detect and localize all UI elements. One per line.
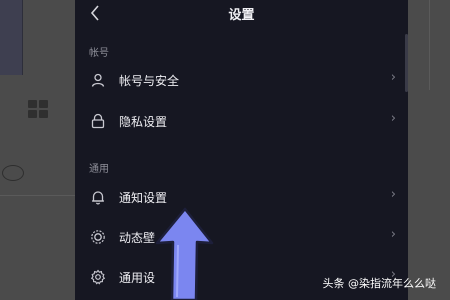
section-heading-account: 帐号 <box>89 48 109 59</box>
settings-item-wallpaper[interactable]: 动态壁 › <box>75 222 408 252</box>
chevron-right-icon: › <box>390 111 396 126</box>
wallpaper-icon <box>91 230 105 244</box>
grid-icon <box>28 100 50 120</box>
lock-icon <box>91 113 105 129</box>
top-bar: 设置 <box>75 0 408 28</box>
page-title: 设置 <box>228 8 255 23</box>
settings-item-label: 隐私设置 <box>119 115 168 129</box>
settings-item-privacy[interactable]: 隐私设置 › <box>75 106 408 136</box>
settings-item-label: 帐号与安全 <box>119 74 180 88</box>
chevron-right-icon: › <box>390 70 396 85</box>
settings-panel: 设置 帐号 帐号与安全 › 隐私设置 › 通用 通知设置 › 动态壁 › 通用设… <box>75 0 408 300</box>
gear-icon <box>90 269 106 285</box>
background-right <box>408 0 450 300</box>
settings-item-account-security[interactable]: 帐号与安全 › <box>75 65 408 95</box>
settings-item-label: 通知设置 <box>119 191 168 205</box>
background-edge <box>429 0 450 90</box>
chevron-right-icon: › <box>390 187 396 202</box>
background-divider <box>0 195 75 196</box>
bell-icon <box>92 191 104 205</box>
section-heading-general: 通用 <box>89 164 109 175</box>
circle-icon <box>2 165 24 181</box>
watermark: 头条 @染指流年么么哒 <box>322 277 437 290</box>
user-icon <box>91 73 105 87</box>
settings-item-notifications[interactable]: 通知设置 › <box>75 182 408 212</box>
background-card <box>0 0 23 75</box>
chevron-right-icon: › <box>390 227 396 242</box>
pointer-arrow-icon <box>155 207 214 300</box>
background-left <box>0 0 75 300</box>
